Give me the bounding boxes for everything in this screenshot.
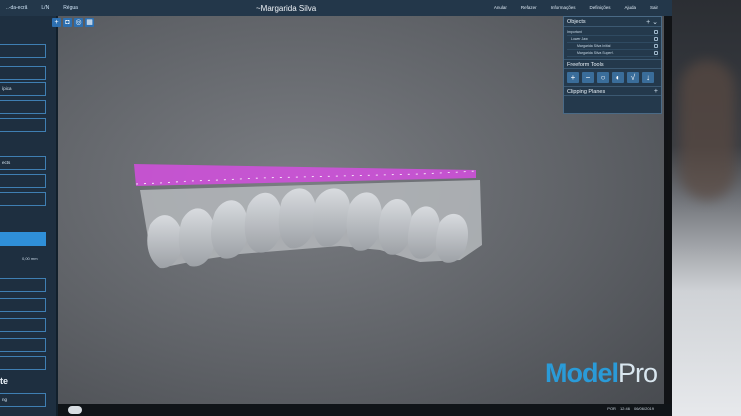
visibility-icon[interactable] <box>654 30 658 34</box>
left-panel-row[interactable] <box>0 44 46 58</box>
brand-secondary: Pro <box>618 358 658 388</box>
objects-header: Objects + ⌄ <box>564 17 661 27</box>
menu-settings[interactable]: Definições <box>589 5 610 10</box>
left-panel-row[interactable] <box>0 118 46 132</box>
smooth-icon[interactable]: ○ <box>597 72 609 83</box>
left-panel-row[interactable] <box>0 66 46 80</box>
fullscreen-label: ..-da-ecrã <box>6 5 28 11</box>
left-panel-bottom-field[interactable]: ng <box>0 393 46 407</box>
left-panel-row[interactable]: ípica <box>0 82 46 96</box>
left-panel-row[interactable]: ects <box>0 156 46 170</box>
visibility-icon[interactable] <box>654 37 658 41</box>
viewport-toolbar: + ◘ ◎ ▦ <box>52 18 94 27</box>
freeform-title: Freeform Tools <box>567 62 604 68</box>
freeform-header: Freeform Tools <box>564 59 661 69</box>
left-panel-row[interactable] <box>0 100 46 114</box>
top-menu: Anular Refazer Informações Definições Aj… <box>494 5 658 10</box>
unit-value: 0,00 mm <box>22 256 38 261</box>
background-blur <box>680 60 735 200</box>
visibility-icon[interactable] <box>654 44 658 48</box>
zoom-icon[interactable]: ◎ <box>74 18 83 27</box>
left-panel-row[interactable] <box>0 318 46 332</box>
top-left-tools: ..-da-ecrã L/N Régua <box>0 5 78 11</box>
left-panel-row[interactable] <box>0 338 46 352</box>
language-indicator[interactable]: POR <box>607 406 616 411</box>
freeform-tools: + − ○ ◐ √ ↓ <box>564 69 661 86</box>
clipping-header[interactable]: Clipping Planes + <box>564 86 661 96</box>
clock-time: 12:46 <box>619 406 630 411</box>
system-tray: POR 12:46 06/06/2019 <box>607 406 654 411</box>
add-icon[interactable]: + <box>567 72 579 83</box>
tree-item[interactable]: Important <box>567 29 658 36</box>
add-chevron-icon[interactable]: + ⌄ <box>646 18 658 26</box>
start-button[interactable] <box>68 406 82 414</box>
background-room <box>672 0 741 416</box>
os-taskbar: POR 12:46 06/06/2019 <box>58 404 672 416</box>
visibility-icon[interactable] <box>654 51 658 55</box>
ruler-label: Régua <box>63 5 78 11</box>
left-panel-row-active[interactable] <box>0 232 46 246</box>
objects-tree: Important Lower Jaw Margarida Silva Init… <box>564 27 661 59</box>
tree-item-label: Important <box>567 30 582 34</box>
brush-icon[interactable]: √ <box>627 72 639 83</box>
remove-icon[interactable]: − <box>582 72 594 83</box>
window-title: ~Margarida Silva <box>256 4 317 13</box>
paint-icon[interactable]: ◐ <box>612 72 624 83</box>
left-panel-row[interactable] <box>0 298 46 312</box>
grid-icon[interactable]: ▦ <box>85 18 94 27</box>
left-panel-row[interactable] <box>0 278 46 292</box>
left-tool-panel: ípica ects 0,00 mm te ng <box>0 16 58 416</box>
dental-model-3d[interactable] <box>120 150 500 300</box>
tree-item[interactable]: Margarida Silva Superf. <box>567 50 658 57</box>
tree-item-label: Margarida Silva Initial <box>577 44 611 48</box>
ln-button[interactable]: L/N <box>41 5 49 11</box>
objects-title: Objects <box>567 19 586 25</box>
objects-panel: Objects + ⌄ Important Lower Jaw Margarid… <box>563 16 662 114</box>
tree-item[interactable]: Lower Jaw <box>567 36 658 43</box>
brand-primary: Model <box>545 358 619 388</box>
camera-icon[interactable]: ◘ <box>63 18 72 27</box>
brand-logo: ModelPro <box>545 358 658 389</box>
fullscreen-button[interactable]: ..-da-ecrã <box>6 5 27 11</box>
menu-help[interactable]: Ajuda <box>624 5 636 10</box>
left-panel-row[interactable] <box>0 192 46 206</box>
tree-item-label: Lower Jaw <box>571 37 588 41</box>
clipping-title: Clipping Planes <box>567 89 606 95</box>
move-icon[interactable]: + <box>52 18 61 27</box>
tree-item[interactable]: Margarida Silva Initial <box>567 43 658 50</box>
menu-exit[interactable]: Sair <box>650 5 658 10</box>
tree-item-label: Margarida Silva Superf. <box>577 51 614 55</box>
menu-undo[interactable]: Anular <box>494 5 507 10</box>
add-icon[interactable]: + <box>654 88 658 95</box>
left-panel-row[interactable] <box>0 174 46 188</box>
menu-info[interactable]: Informações <box>551 5 576 10</box>
left-panel-row[interactable] <box>0 356 46 370</box>
menu-redo[interactable]: Refazer <box>521 5 537 10</box>
ruler-button[interactable]: Régua <box>63 5 78 11</box>
download-icon[interactable]: ↓ <box>642 72 654 83</box>
section-heading: te <box>0 376 9 386</box>
clock-date: 06/06/2019 <box>633 406 654 411</box>
ln-label: L/N <box>41 5 50 11</box>
top-menu-bar: ..-da-ecrã L/N Régua ~Margarida Silva An… <box>0 0 672 16</box>
